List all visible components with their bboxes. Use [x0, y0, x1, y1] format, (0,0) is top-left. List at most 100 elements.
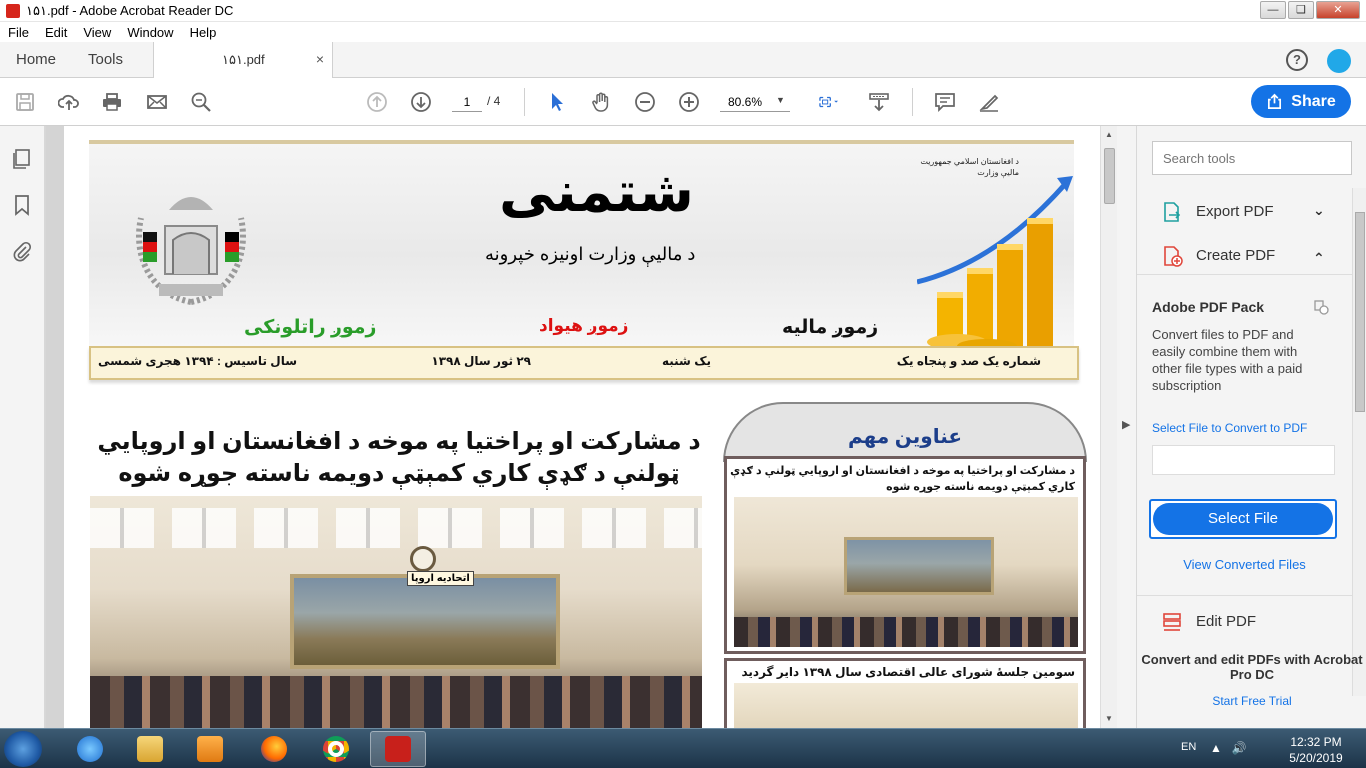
- page-thumbnails-icon[interactable]: [11, 148, 33, 170]
- comment-icon[interactable]: [934, 91, 956, 113]
- tray-icons[interactable]: ▲ 🔊: [1210, 741, 1247, 755]
- menu-file[interactable]: File: [0, 25, 37, 40]
- document-scrollbar[interactable]: ▲ ▼: [1100, 126, 1117, 728]
- scrollbar-thumb[interactable]: [1104, 148, 1115, 204]
- attachment-icon[interactable]: [11, 240, 33, 262]
- document-view[interactable]: شتمنی د مالیې وزارت اونیزه خپرونه د افغا…: [46, 126, 1100, 728]
- tool-edit-pdf[interactable]: Edit PDF: [1137, 602, 1352, 642]
- create-pdf-label: Create PDF: [1196, 247, 1276, 264]
- edit-pdf-icon: [1163, 613, 1181, 631]
- chevron-down-icon: ⌄: [1313, 202, 1325, 218]
- bookmark-icon[interactable]: [11, 194, 33, 216]
- select-file-label: Select File: [1153, 503, 1333, 535]
- scroll-mode-icon[interactable]: [868, 91, 890, 113]
- taskbar-chrome[interactable]: [308, 731, 364, 767]
- zoom-in-icon[interactable]: [678, 91, 700, 113]
- right-pane-toggle[interactable]: ▶: [1117, 126, 1136, 728]
- menu-help[interactable]: Help: [182, 25, 225, 40]
- email-icon[interactable]: [146, 91, 168, 113]
- tool-create-pdf[interactable]: Create PDF ⌃: [1137, 236, 1352, 276]
- tab-document[interactable]: ١۵١.pdf ×: [153, 42, 333, 78]
- issue-number: شماره یک صد و پنجاه یک: [896, 354, 1041, 368]
- highlight-pen-icon[interactable]: [978, 91, 1000, 113]
- taskbar-media-player[interactable]: [182, 731, 238, 767]
- print-icon[interactable]: [101, 91, 123, 113]
- taskbar-firefox[interactable]: [246, 731, 302, 767]
- menu-bar: File Edit View Window Help: [0, 22, 1366, 42]
- acrobat-app-icon: [6, 3, 20, 18]
- newsletter-masthead: شتمنی د مالیې وزارت اونیزه خپرونه د افغا…: [89, 140, 1074, 346]
- windows-taskbar: EN ▲ 🔊 12:32 PM 5/20/2019: [0, 728, 1366, 768]
- scroll-up-icon[interactable]: ▲: [1105, 130, 1113, 139]
- close-window-button[interactable]: ✕: [1316, 1, 1360, 19]
- internet-explorer-icon: [77, 736, 103, 762]
- section-label-country: زموږ هیواد: [539, 316, 629, 335]
- tab-home[interactable]: Home: [16, 51, 56, 68]
- toolbar-divider: [912, 88, 913, 116]
- save-icon[interactable]: [14, 91, 36, 113]
- promo-text: Convert and edit PDFs with Acrobat Pro D…: [1141, 652, 1363, 682]
- photo-tag-label: اتحادیه اروپا: [407, 571, 474, 586]
- tools-scrollbar-thumb[interactable]: [1355, 212, 1365, 412]
- page-total: / 4: [487, 94, 501, 108]
- volume-icon[interactable]: 🔊: [1232, 741, 1247, 755]
- scroll-down-icon[interactable]: ▼: [1105, 714, 1113, 723]
- photo-attendees: [734, 617, 1078, 647]
- menu-window[interactable]: Window: [119, 25, 181, 40]
- select-file-button[interactable]: Select File: [1149, 499, 1337, 539]
- page-number-input[interactable]: [452, 92, 482, 112]
- taskbar-clock[interactable]: 12:32 PM 5/20/2019: [1276, 734, 1356, 766]
- window-title: ١۵١.pdf - Adobe Acrobat Reader DC: [26, 2, 234, 18]
- collapse-right-pane-icon[interactable]: ▶: [1122, 418, 1130, 431]
- view-converted-files-link[interactable]: View Converted Files: [1137, 557, 1352, 572]
- tools-scrollbar[interactable]: [1352, 188, 1366, 696]
- start-button[interactable]: [4, 731, 42, 767]
- taskbar-acrobat-reader[interactable]: [370, 731, 426, 767]
- newsletter-title: شتمنی: [499, 160, 694, 225]
- upload-cloud-icon[interactable]: [57, 91, 80, 113]
- menu-view[interactable]: View: [75, 25, 119, 40]
- minimize-button[interactable]: —: [1260, 1, 1286, 19]
- zoom-out-icon[interactable]: [634, 91, 656, 113]
- hand-tool-icon[interactable]: [590, 91, 612, 113]
- taskbar-file-explorer[interactable]: [122, 731, 178, 767]
- close-tab-icon[interactable]: ×: [316, 51, 324, 67]
- show-hidden-icons-icon[interactable]: ▲: [1210, 741, 1222, 755]
- language-indicator[interactable]: EN: [1181, 741, 1196, 753]
- newsletter-subtitle: د مالیې وزارت اونیزه خپرونه: [485, 244, 696, 264]
- help-icon[interactable]: ?: [1286, 49, 1308, 71]
- tab-tools[interactable]: Tools: [88, 51, 123, 68]
- menu-edit[interactable]: Edit: [37, 25, 75, 40]
- pack-info-icon[interactable]: [1313, 299, 1329, 315]
- highlight-item-photo: [734, 497, 1078, 647]
- toolbar-divider: [524, 88, 525, 116]
- select-file-convert-link[interactable]: Select File to Convert to PDF: [1152, 421, 1307, 435]
- pdf-pack-panel: Adobe PDF Pack Convert files to PDF and …: [1137, 274, 1352, 596]
- maximize-button[interactable]: ❑: [1288, 1, 1314, 19]
- chrome-icon: [323, 736, 349, 762]
- title-bar: ١۵١.pdf - Adobe Acrobat Reader DC — ❑ ✕: [0, 0, 1366, 22]
- file-drop-field[interactable]: [1152, 445, 1335, 475]
- chevron-up-icon: ⌃: [1313, 250, 1325, 266]
- window-controls: — ❑ ✕: [1260, 1, 1360, 19]
- highlights-title: عناوین مهم: [847, 426, 963, 448]
- start-free-trial-link[interactable]: Start Free Trial: [1137, 694, 1366, 708]
- account-icon[interactable]: [1327, 49, 1351, 73]
- previous-page-icon[interactable]: [366, 91, 388, 113]
- highlights-box: عناوین مهم د مشارکت او پراختیا په موخه د…: [723, 402, 1087, 728]
- search-tools-input[interactable]: [1152, 141, 1352, 175]
- next-page-icon[interactable]: [410, 91, 432, 113]
- zoom-dropdown-icon[interactable]: ▼: [776, 95, 785, 105]
- taskbar-internet-explorer[interactable]: [62, 731, 118, 767]
- select-cursor-icon[interactable]: [546, 91, 568, 113]
- fit-page-icon[interactable]: [812, 91, 846, 113]
- tool-export-pdf[interactable]: Export PDF ⌄: [1137, 192, 1352, 232]
- left-navigation-pane: ◀: [0, 126, 56, 728]
- share-button[interactable]: Share: [1251, 85, 1351, 118]
- photo-attendees: [90, 676, 702, 728]
- section-label-future: زموږ راتلونکی: [244, 317, 377, 338]
- folder-icon: [137, 736, 163, 762]
- ministry-line-1: د افغانستان اسلامي جمهوریت: [920, 157, 1019, 166]
- find-zoom-icon[interactable]: [190, 91, 212, 113]
- photo-painting: [844, 537, 994, 595]
